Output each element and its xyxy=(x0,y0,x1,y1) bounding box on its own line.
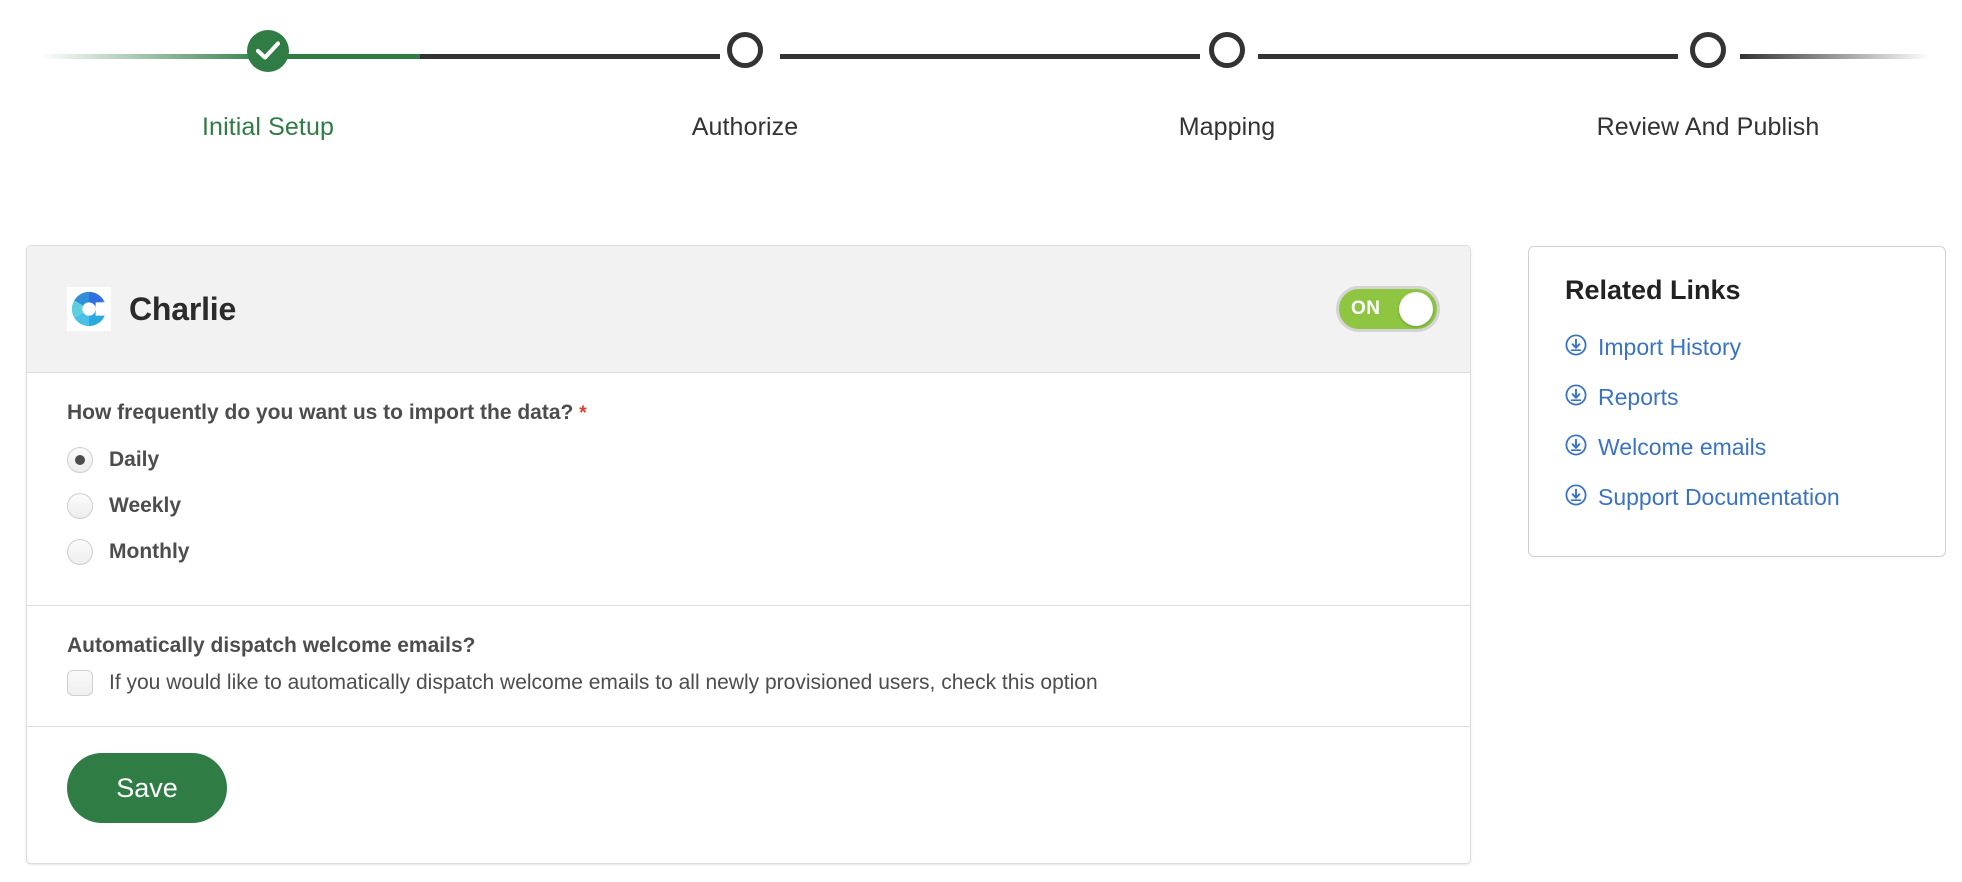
stepper-bubble-initial-setup xyxy=(138,0,398,112)
stepper-label-authorize: Authorize xyxy=(691,113,799,141)
toggle-state-label: ON xyxy=(1351,298,1381,319)
related-link-label: Reports xyxy=(1598,383,1679,410)
related-link-label: Support Documentation xyxy=(1598,483,1840,510)
check-icon xyxy=(247,30,289,72)
integration-enable-toggle[interactable]: ON xyxy=(1336,286,1440,332)
download-circle-icon xyxy=(1565,383,1587,411)
radio-option-daily[interactable]: Daily xyxy=(67,437,1430,483)
related-link-label: Welcome emails xyxy=(1598,433,1767,460)
related-link-support-documentation[interactable]: Support Documentation xyxy=(1565,472,1915,522)
stepper-bubble-review-and-publish xyxy=(1578,0,1838,112)
related-link-welcome-emails[interactable]: Welcome emails xyxy=(1565,422,1915,472)
related-links-panel: Related Links Import History Reports Wel… xyxy=(1528,246,1946,557)
stepper-step-mapping[interactable]: Mapping xyxy=(1097,0,1357,142)
import-frequency-question: How frequently do you want us to import … xyxy=(67,401,1430,425)
stepper-step-review-and-publish[interactable]: Review And Publish xyxy=(1578,0,1838,142)
brand: Charlie xyxy=(67,287,1336,331)
welcome-emails-section: Automatically dispatch welcome emails? I… xyxy=(27,606,1470,727)
stepper-label-mapping: Mapping xyxy=(1178,113,1276,141)
related-link-reports[interactable]: Reports xyxy=(1565,372,1915,422)
radio-icon-daily[interactable] xyxy=(67,447,93,473)
charlie-logo-icon xyxy=(67,287,111,331)
radio-icon-monthly[interactable] xyxy=(67,539,93,565)
radio-label-weekly: Weekly xyxy=(109,494,181,517)
wizard-stepper: Initial Setup Authorize Mapping Review A… xyxy=(0,0,1962,160)
radio-option-monthly[interactable]: Monthly xyxy=(67,529,1430,575)
circle-icon xyxy=(1209,32,1245,68)
welcome-emails-checkbox[interactable] xyxy=(67,670,93,696)
stepper-step-authorize[interactable]: Authorize xyxy=(615,0,875,142)
stepper-label-initial-setup: Initial Setup xyxy=(202,113,334,141)
card-actions: Save xyxy=(27,727,1470,863)
related-link-label: Import History xyxy=(1598,333,1742,360)
related-link-import-history[interactable]: Import History xyxy=(1565,322,1915,372)
radio-option-weekly[interactable]: Weekly xyxy=(67,483,1430,529)
circle-icon xyxy=(727,32,763,68)
card-header: Charlie ON xyxy=(27,246,1470,373)
import-frequency-section: How frequently do you want us to import … xyxy=(27,373,1470,606)
radio-label-daily: Daily xyxy=(109,448,160,471)
download-circle-icon xyxy=(1565,483,1587,511)
download-circle-icon xyxy=(1565,433,1587,461)
toggle-knob xyxy=(1399,292,1433,326)
welcome-emails-checkbox-label: If you would like to automatically dispa… xyxy=(109,671,1098,694)
stepper-step-initial-setup[interactable]: Initial Setup xyxy=(138,0,398,142)
required-marker: * xyxy=(579,403,587,424)
stepper-bubble-authorize xyxy=(615,0,875,112)
integration-settings-card: Charlie ON How frequently do you want us… xyxy=(26,245,1471,864)
circle-icon xyxy=(1690,32,1726,68)
brand-name: Charlie xyxy=(129,290,237,327)
download-circle-icon xyxy=(1565,333,1587,361)
welcome-emails-checkbox-row[interactable]: If you would like to automatically dispa… xyxy=(67,670,1430,696)
radio-label-monthly: Monthly xyxy=(109,540,190,563)
related-links-title: Related Links xyxy=(1565,275,1741,305)
stepper-bubble-mapping xyxy=(1097,0,1357,112)
welcome-emails-question: Automatically dispatch welcome emails? xyxy=(67,634,476,657)
import-frequency-question-text: How frequently do you want us to import … xyxy=(67,401,574,424)
radio-icon-weekly[interactable] xyxy=(67,493,93,519)
stepper-label-review-and-publish: Review And Publish xyxy=(1596,113,1820,141)
save-button[interactable]: Save xyxy=(67,753,227,823)
